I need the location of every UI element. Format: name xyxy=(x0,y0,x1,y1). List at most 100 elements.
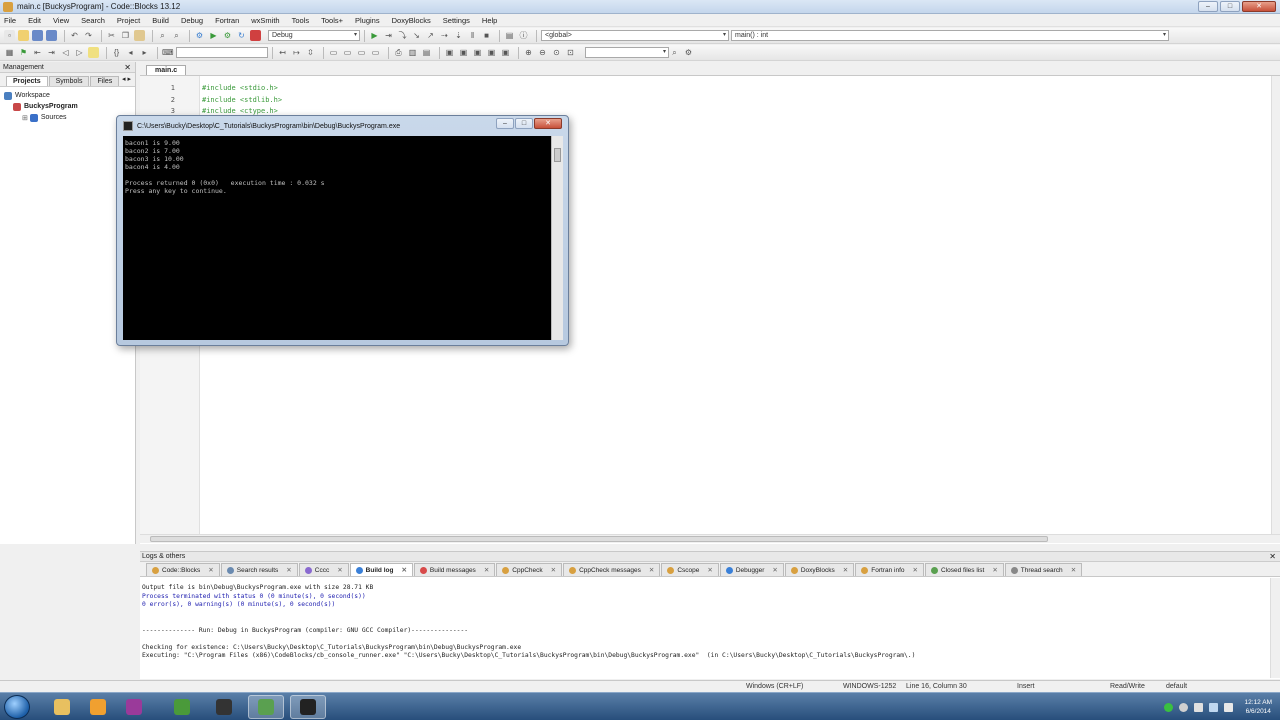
tab-projects[interactable]: Projects xyxy=(6,76,48,86)
scrollbar-thumb[interactable] xyxy=(150,536,1048,542)
editor-horizontal-scrollbar[interactable] xyxy=(140,534,1280,543)
console-maximize-button[interactable]: □ xyxy=(515,118,533,129)
menu-item-view[interactable]: View xyxy=(53,16,69,25)
toggle-comment-icon[interactable]: ▦ xyxy=(4,47,15,58)
close-icon[interactable]: ✕ xyxy=(337,566,342,574)
symbol-select[interactable]: main() : int ▾ xyxy=(731,30,1169,41)
network-icon[interactable] xyxy=(1208,702,1218,712)
menu-item-edit[interactable]: Edit xyxy=(28,16,41,25)
fit-icon[interactable]: ⊡ xyxy=(565,47,576,58)
tab-cppcheck-messages[interactable]: CppCheck messages ✕ xyxy=(563,563,661,576)
debug-continue-icon[interactable]: ▶ xyxy=(369,30,380,41)
taskbar-codeblocks-button[interactable] xyxy=(248,695,284,719)
find-combo[interactable]: ▾ xyxy=(585,47,669,58)
flag-icon[interactable] xyxy=(1193,702,1203,712)
tab-doxyblocks[interactable]: DoxyBlocks ✕ xyxy=(784,563,855,576)
build-log-content[interactable]: Output file is bin\Debug\BuckysProgram.e… xyxy=(142,584,1262,661)
tab-cppcheck[interactable]: CppCheck ✕ xyxy=(496,563,563,576)
prev-function-icon[interactable]: ◂ xyxy=(125,47,136,58)
save-icon[interactable] xyxy=(32,30,43,41)
close-button[interactable]: ✕ xyxy=(1242,1,1276,12)
tab-code-blocks[interactable]: Code::Blocks ✕ xyxy=(146,563,220,576)
console-titlebar[interactable]: C:\Users\Bucky\Desktop\C_Tutorials\Bucky… xyxy=(117,116,568,136)
menu-item-search[interactable]: Search xyxy=(81,16,105,25)
console-output[interactable]: bacon1 is 9.00 bacon2 is 7.00 bacon3 is 10… xyxy=(123,136,551,340)
tab-fortran-info[interactable]: Fortran info ✕ xyxy=(855,563,924,576)
code-completion-icon[interactable]: ⌨ xyxy=(162,47,174,58)
abort-icon[interactable] xyxy=(250,30,261,41)
tree-item[interactable]: BuckysProgram xyxy=(0,101,135,112)
step-instruction-icon[interactable]: ⇣ xyxy=(453,30,464,41)
console-vertical-scrollbar[interactable] xyxy=(551,136,563,340)
prev-error-icon[interactable]: ↤ xyxy=(277,47,288,58)
goto-line-icon[interactable]: ⇳ xyxy=(305,47,316,58)
tab-main-c[interactable]: main.c xyxy=(146,65,187,75)
console-close-button[interactable]: ✕ xyxy=(534,118,562,129)
close-icon[interactable]: ✕ xyxy=(484,566,489,574)
view-icon[interactable]: ▣ xyxy=(444,47,455,58)
zoom-reset-icon[interactable]: ⊙ xyxy=(551,47,562,58)
menu-item-doxyblocks[interactable]: DoxyBlocks xyxy=(392,16,431,25)
tray-app-icon[interactable] xyxy=(1163,702,1173,712)
next-line-icon[interactable]: ⤵ xyxy=(397,30,408,41)
search-options-icon[interactable]: ⚙ xyxy=(683,47,694,58)
tab-cccc[interactable]: Cccc ✕ xyxy=(298,563,349,576)
tree-item[interactable]: Workspace xyxy=(0,90,135,101)
close-icon[interactable]: ✕ xyxy=(401,566,406,574)
close-icon[interactable]: ✕ xyxy=(551,566,556,574)
tab-closed-files-list[interactable]: Closed files list ✕ xyxy=(924,563,1004,576)
menu-item-tools-[interactable]: Tools+ xyxy=(321,16,343,25)
clock[interactable]: 12:12 AM 6/6/2014 xyxy=(1245,698,1272,716)
options-icon[interactable]: ▤ xyxy=(421,47,432,58)
doxy-block-icon[interactable]: ▭ xyxy=(342,47,353,58)
close-icon[interactable]: ✕ xyxy=(843,566,848,574)
taskbar-media-player-button[interactable] xyxy=(80,695,116,719)
next-function-icon[interactable]: ▸ xyxy=(139,47,150,58)
logs-vertical-scrollbar[interactable] xyxy=(1270,578,1280,678)
cut-icon[interactable]: ✂ xyxy=(106,30,117,41)
tab-search-results[interactable]: Search results ✕ xyxy=(220,563,298,576)
menu-item-settings[interactable]: Settings xyxy=(443,16,470,25)
print-icon[interactable]: ⎙ xyxy=(393,47,404,58)
console-window[interactable]: C:\Users\Bucky\Desktop\C_Tutorials\Bucky… xyxy=(116,115,569,346)
close-icon[interactable]: ✕ xyxy=(992,566,997,574)
tab-scroll-arrows-icon[interactable]: ◂ ▸ xyxy=(122,75,131,83)
redo-icon[interactable]: ↷ xyxy=(83,30,94,41)
menu-item-wxsmith[interactable]: wxSmith xyxy=(251,16,279,25)
step-into-icon[interactable]: ↘ xyxy=(411,30,422,41)
close-icon[interactable]: ✕ xyxy=(913,566,918,574)
taskbar-console-button[interactable] xyxy=(290,695,326,719)
minimize-button[interactable]: ‒ xyxy=(1198,1,1218,12)
rebuild-icon[interactable]: ↻ xyxy=(236,30,247,41)
close-icon[interactable]: ✕ xyxy=(1071,566,1076,574)
bookmark-icon[interactable]: ⚑ xyxy=(18,47,29,58)
find-icon[interactable]: ⌕ xyxy=(157,30,168,41)
taskbar-explorer-button[interactable] xyxy=(44,695,80,719)
view-icon[interactable]: ▣ xyxy=(458,47,469,58)
volume-icon[interactable] xyxy=(1223,702,1233,712)
code-content[interactable]: #include <stdio.h> #include <stdlib.h> #in… xyxy=(202,76,282,119)
close-icon[interactable]: ✕ xyxy=(208,566,213,574)
step-out-icon[interactable]: ↗ xyxy=(425,30,436,41)
build-icon[interactable]: ⚙ xyxy=(194,30,205,41)
tab-debugger[interactable]: Debugger ✕ xyxy=(719,563,784,576)
replace-icon[interactable]: ⌕ xyxy=(171,30,182,41)
tab-cscope[interactable]: Cscope ✕ xyxy=(661,563,719,576)
close-icon[interactable]: ✕ xyxy=(124,62,131,73)
save-all-icon[interactable] xyxy=(46,30,57,41)
taskbar-winrar-button[interactable] xyxy=(116,695,152,719)
view-icon[interactable]: ▣ xyxy=(500,47,511,58)
debug-info-icon[interactable]: ⓘ xyxy=(518,30,529,41)
build-target-select[interactable]: Debug ▾ xyxy=(268,30,360,41)
tab-thread-search[interactable]: Thread search ✕ xyxy=(1004,563,1083,576)
scrollbar-thumb[interactable] xyxy=(554,148,561,162)
tab-files[interactable]: Files xyxy=(90,76,120,86)
doxy-line-icon[interactable]: ▭ xyxy=(356,47,367,58)
highlight-icon[interactable] xyxy=(88,47,99,58)
menu-item-help[interactable]: Help xyxy=(482,16,497,25)
start-button[interactable] xyxy=(4,695,30,719)
next-error-icon[interactable]: ↦ xyxy=(291,47,302,58)
new-file-icon[interactable]: ▫ xyxy=(4,30,15,41)
debug-windows-icon[interactable]: ▤ xyxy=(504,30,515,41)
zoom-out-icon[interactable]: ⊖ xyxy=(537,47,548,58)
